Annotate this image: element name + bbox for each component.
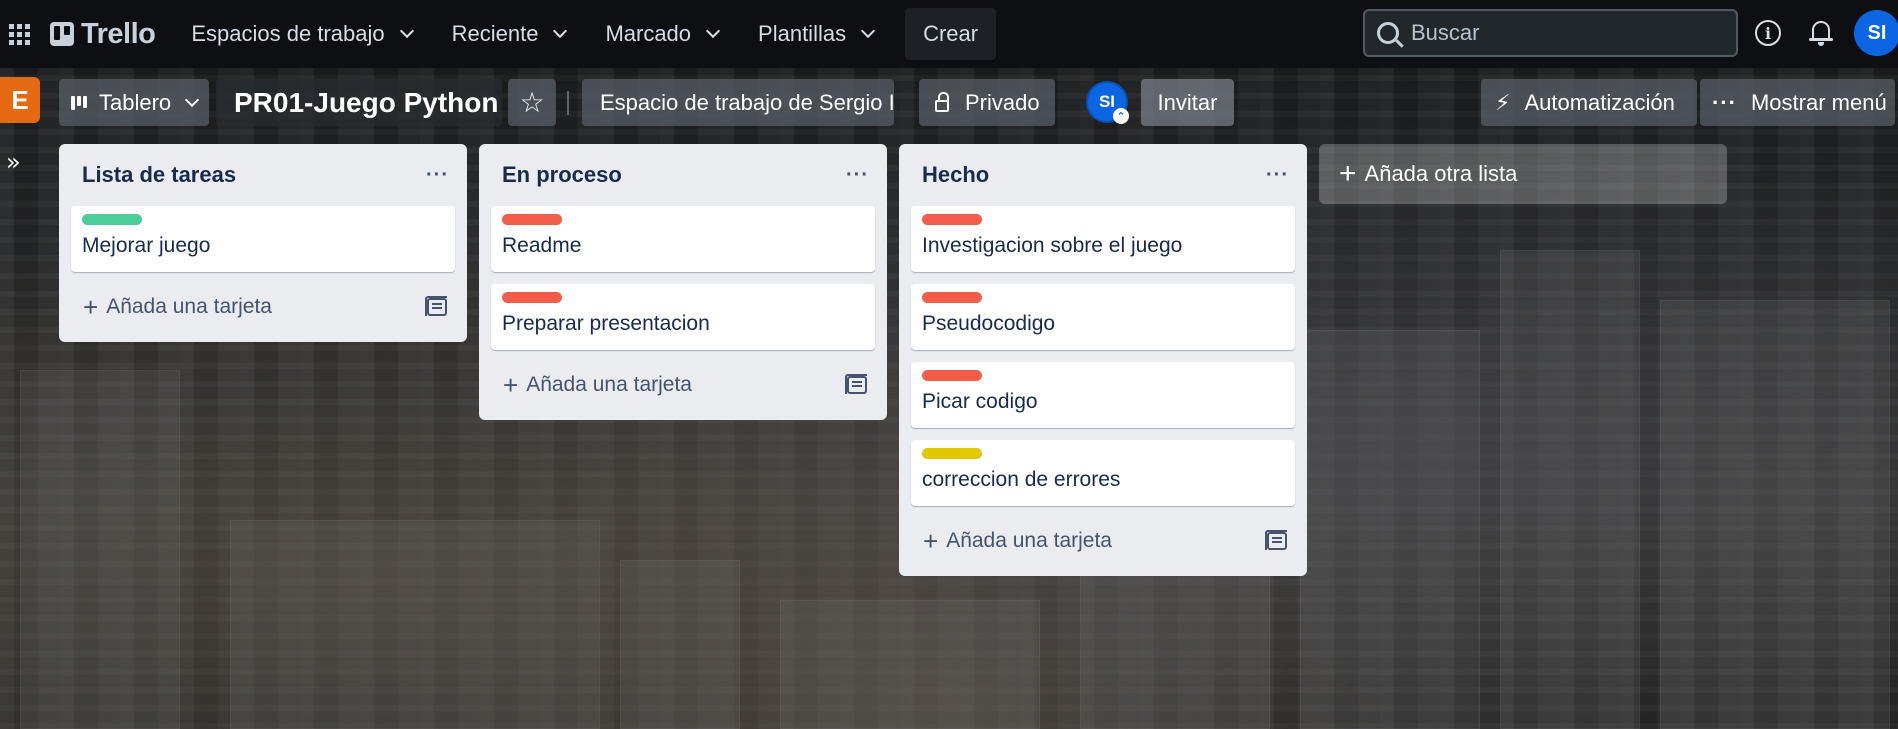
search-placeholder: Buscar [1411, 20, 1480, 45]
nav-templates[interactable]: Plantillas [758, 10, 876, 58]
list-header: Hecho ··· [911, 144, 1295, 206]
plus-icon: + [503, 369, 519, 400]
add-card-label: Añada una tarjeta [946, 529, 1112, 552]
trello-logo[interactable]: Trello [50, 17, 156, 51]
add-card-button[interactable]: + Añada una tarjeta [911, 514, 1295, 568]
lightning-bolt-icon: ⚡ [1495, 89, 1511, 115]
search-input[interactable]: Buscar [1363, 9, 1738, 57]
nav-workspaces-label: Espacios de trabajo [191, 21, 385, 46]
board-view-icon [71, 95, 89, 110]
list-title[interactable]: Hecho [922, 162, 989, 188]
add-card-label: Añada una tarjeta [526, 373, 692, 396]
card-template-icon[interactable] [1265, 530, 1287, 550]
card[interactable]: correccion de errores [911, 440, 1295, 506]
card-title: Readme [502, 234, 582, 257]
card-title: Picar codigo [922, 390, 1038, 413]
more-dots-icon: ··· [1712, 89, 1737, 115]
bell-icon[interactable] [1809, 20, 1833, 46]
card-label[interactable] [922, 214, 982, 225]
show-menu-label: Mostrar menú [1750, 89, 1887, 115]
admin-badge-icon: ⌃ [1113, 108, 1129, 124]
list-header: Lista de tareas ··· [71, 144, 455, 206]
expand-sidebar-icon[interactable]: » [6, 150, 21, 174]
card[interactable]: Readme [491, 206, 875, 272]
card[interactable]: Pseudocodigo [911, 284, 1295, 350]
card-label[interactable] [922, 370, 982, 381]
plus-icon: + [923, 525, 939, 556]
chevron-down-icon [185, 92, 200, 107]
visibility-button[interactable]: Privado [919, 79, 1055, 126]
card[interactable]: Mejorar juego [71, 206, 455, 272]
nav-starred-label: Marcado [605, 21, 692, 46]
add-card-button[interactable]: + Añada una tarjeta [491, 358, 875, 412]
add-list-button[interactable]: + Añada otra lista [1319, 144, 1727, 204]
star-icon: ☆ [519, 85, 545, 119]
create-button[interactable]: Crear [905, 8, 997, 60]
lock-icon [935, 91, 949, 112]
chevron-down-icon [861, 23, 876, 39]
list-title[interactable]: Lista de tareas [82, 162, 236, 188]
card-title: Investigacion sobre el juego [922, 234, 1183, 257]
nav-templates-label: Plantillas [758, 21, 847, 46]
list-header: En proceso ··· [491, 144, 875, 206]
view-label: Tablero [99, 89, 172, 115]
plus-icon: + [1339, 157, 1357, 190]
view-switcher-button[interactable]: Tablero [59, 79, 209, 126]
invite-button[interactable]: Invitar [1141, 79, 1234, 126]
card[interactable]: Investigacion sobre el juego [911, 206, 1295, 272]
chevron-down-icon [399, 23, 414, 39]
list-actions-icon[interactable]: ··· [426, 164, 449, 187]
card-title: Mejorar juego [82, 234, 211, 257]
card[interactable]: Preparar presentacion [491, 284, 875, 350]
card-label[interactable] [502, 214, 562, 225]
search-icon [1377, 22, 1399, 44]
workspace-badge[interactable]: E [0, 77, 40, 123]
nav-recent[interactable]: Reciente [451, 10, 568, 58]
card-template-icon[interactable] [845, 374, 867, 394]
list-actions-icon[interactable]: ··· [1266, 164, 1289, 187]
header-divider [567, 91, 569, 115]
list-title[interactable]: En proceso [502, 162, 622, 188]
card-label[interactable] [502, 292, 562, 303]
list-actions-icon[interactable]: ··· [846, 164, 869, 187]
logo-text: Trello [81, 17, 156, 50]
board-title[interactable]: PR01-Juego Python [216, 79, 502, 126]
list-done: Hecho ··· Investigacion sobre el juego P… [899, 144, 1307, 576]
card-title: correccion de errores [922, 468, 1121, 491]
add-card-label: Añada una tarjeta [106, 295, 272, 318]
card-label[interactable] [82, 214, 142, 225]
chevron-down-icon [553, 23, 568, 39]
card-title: Preparar presentacion [502, 312, 710, 335]
card[interactable]: Picar codigo [911, 362, 1295, 428]
add-list-label: Añada otra lista [1364, 161, 1518, 186]
list-in-progress: En proceso ··· Readme Preparar presentac… [479, 144, 887, 420]
chevron-down-icon [705, 23, 721, 39]
card-template-icon[interactable] [425, 296, 447, 316]
trello-logo-icon [50, 22, 74, 46]
user-avatar[interactable]: SI [1854, 10, 1898, 56]
card-label[interactable] [922, 448, 982, 459]
automation-label: Automatización [1524, 89, 1675, 115]
visibility-label: Privado [965, 89, 1040, 115]
show-menu-button[interactable]: ··· Mostrar menú [1700, 79, 1895, 126]
card-label[interactable] [922, 292, 982, 303]
automation-button[interactable]: ⚡ Automatización [1481, 79, 1697, 126]
list-todo: Lista de tareas ··· Mejorar juego + Añad… [59, 144, 467, 342]
star-board-button[interactable]: ☆ [508, 79, 556, 126]
card-title: Pseudocodigo [922, 312, 1056, 335]
plus-icon: + [83, 291, 99, 322]
nav-workspaces[interactable]: Espacios de trabajo [191, 10, 414, 58]
info-icon[interactable]: i [1755, 20, 1781, 46]
nav-starred[interactable]: Marcado [605, 10, 721, 58]
apps-grid-icon[interactable] [4, 19, 34, 49]
workspace-button[interactable]: Espacio de trabajo de Sergio I [582, 79, 894, 126]
add-card-button[interactable]: + Añada una tarjeta [71, 280, 455, 334]
nav-recent-label: Reciente [451, 21, 539, 46]
